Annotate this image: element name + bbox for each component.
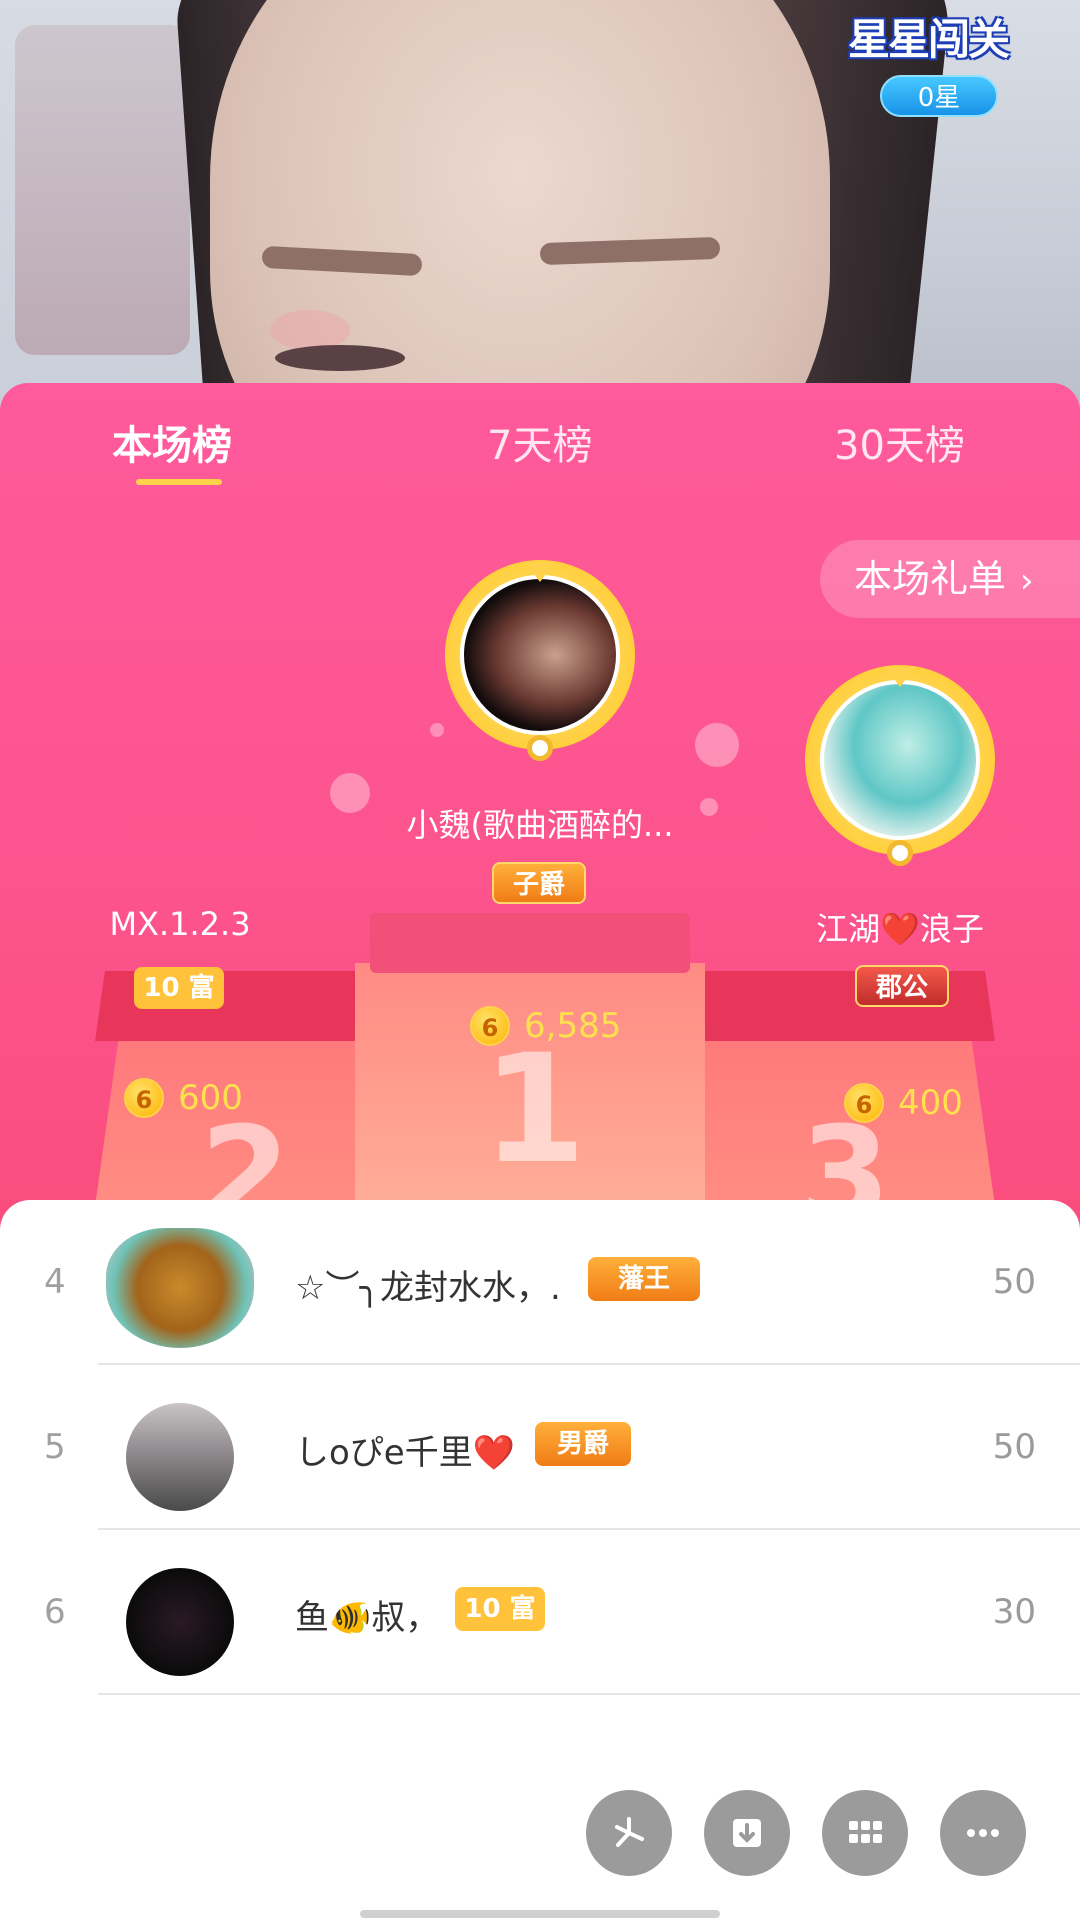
sparkle [430, 723, 444, 737]
avatar[interactable] [126, 1568, 234, 1676]
rank-number: 6 [44, 1592, 66, 1632]
coin-icon: 6 [470, 1006, 510, 1046]
score: 50 [992, 1427, 1036, 1467]
score: 30 [992, 1592, 1036, 1632]
sparkle [700, 798, 718, 816]
podium-rank-1: 1 [482, 1023, 587, 1197]
level-badge: 男爵 [535, 1422, 631, 1466]
eye-left [275, 345, 405, 371]
avatar[interactable] [126, 1403, 234, 1511]
sparkle [695, 723, 739, 767]
apps-button[interactable] [822, 1790, 908, 1876]
ranking-list: 4 ☆︶╮龙封水水，. 藩王 50 5 しoぴe千里❤️ 男爵 50 6 鱼🐠叔… [0, 1200, 1080, 1920]
coin-value: 400 [898, 1083, 963, 1123]
avatar-rank-3[interactable] [820, 680, 980, 840]
pinwheel-button[interactable] [586, 1790, 672, 1876]
download-icon [733, 1819, 761, 1847]
coins-rank-3: 6 400 [844, 1083, 963, 1123]
username: ☆︶╮龙封水水，. [295, 1268, 561, 1308]
more-button[interactable] [940, 1790, 1026, 1876]
avatar[interactable] [106, 1228, 254, 1348]
coin-icon: 6 [124, 1078, 164, 1118]
list-item[interactable]: 6 鱼🐠叔， 10 富 30 [0, 1530, 1080, 1695]
username-rank-2[interactable]: MX.1.2.3 [60, 905, 300, 943]
list-item[interactable]: 4 ☆︶╮龙封水水，. 藩王 50 [0, 1200, 1080, 1365]
grid-icon [849, 1821, 882, 1843]
more-icon [967, 1829, 999, 1837]
level-badge: 藩王 [588, 1257, 700, 1301]
list-item[interactable]: 5 しoぴe千里❤️ 男爵 50 [0, 1365, 1080, 1530]
gift-list-label: 本场礼单 [854, 557, 1007, 601]
level-badge: 10 富 [455, 1587, 545, 1631]
coins-rank-2: 6 600 [124, 1078, 243, 1118]
divider [98, 1693, 1080, 1695]
gift-list-button[interactable]: 本场礼单 › [820, 540, 1080, 618]
coins-rank-1: 6 6,585 [470, 1006, 621, 1046]
chevron-right-icon: › [1020, 561, 1034, 601]
download-button[interactable] [704, 1790, 790, 1876]
podium-block-1-top [370, 913, 690, 973]
tab-current-session[interactable]: 本场榜 [112, 413, 232, 471]
score: 50 [992, 1262, 1036, 1302]
username-rank-1[interactable]: 小魏(歌曲酒醉的... [390, 800, 690, 846]
active-tab-indicator [136, 479, 222, 485]
home-indicator [360, 1910, 720, 1918]
username-rank-3[interactable]: 江湖❤️浪子 [780, 904, 1020, 950]
star-count-badge[interactable]: 0星 [880, 75, 998, 117]
tab-7-days[interactable]: 7天榜 [487, 413, 592, 471]
username: しoぴe千里❤️ [295, 1433, 516, 1473]
coin-icon: 6 [844, 1083, 884, 1123]
star-challenge-logo[interactable]: 星星闯关 [848, 6, 1033, 64]
leaderboard-tabs: 本场榜 7天榜 30天榜 [0, 383, 1080, 493]
username: 鱼🐠叔， [295, 1598, 440, 1638]
level-badge-rank-1: 子爵 [492, 862, 586, 904]
tab-30-days[interactable]: 30天榜 [834, 413, 965, 471]
rank-number: 4 [44, 1262, 66, 1302]
level-badge-rank-3: 郡公 [855, 965, 949, 1007]
coin-value: 6,585 [524, 1006, 622, 1046]
frame-pearl-icon [887, 840, 913, 866]
sparkle [330, 773, 370, 813]
coin-value: 600 [178, 1078, 243, 1118]
background-ornament [15, 25, 190, 355]
avatar-rank-1[interactable] [460, 575, 620, 735]
rank-number: 5 [44, 1427, 66, 1467]
frame-pearl-icon [527, 735, 553, 761]
pinwheel-icon [615, 1817, 644, 1847]
cheek [270, 310, 350, 350]
level-badge-rank-2: 10 富 [134, 967, 224, 1009]
